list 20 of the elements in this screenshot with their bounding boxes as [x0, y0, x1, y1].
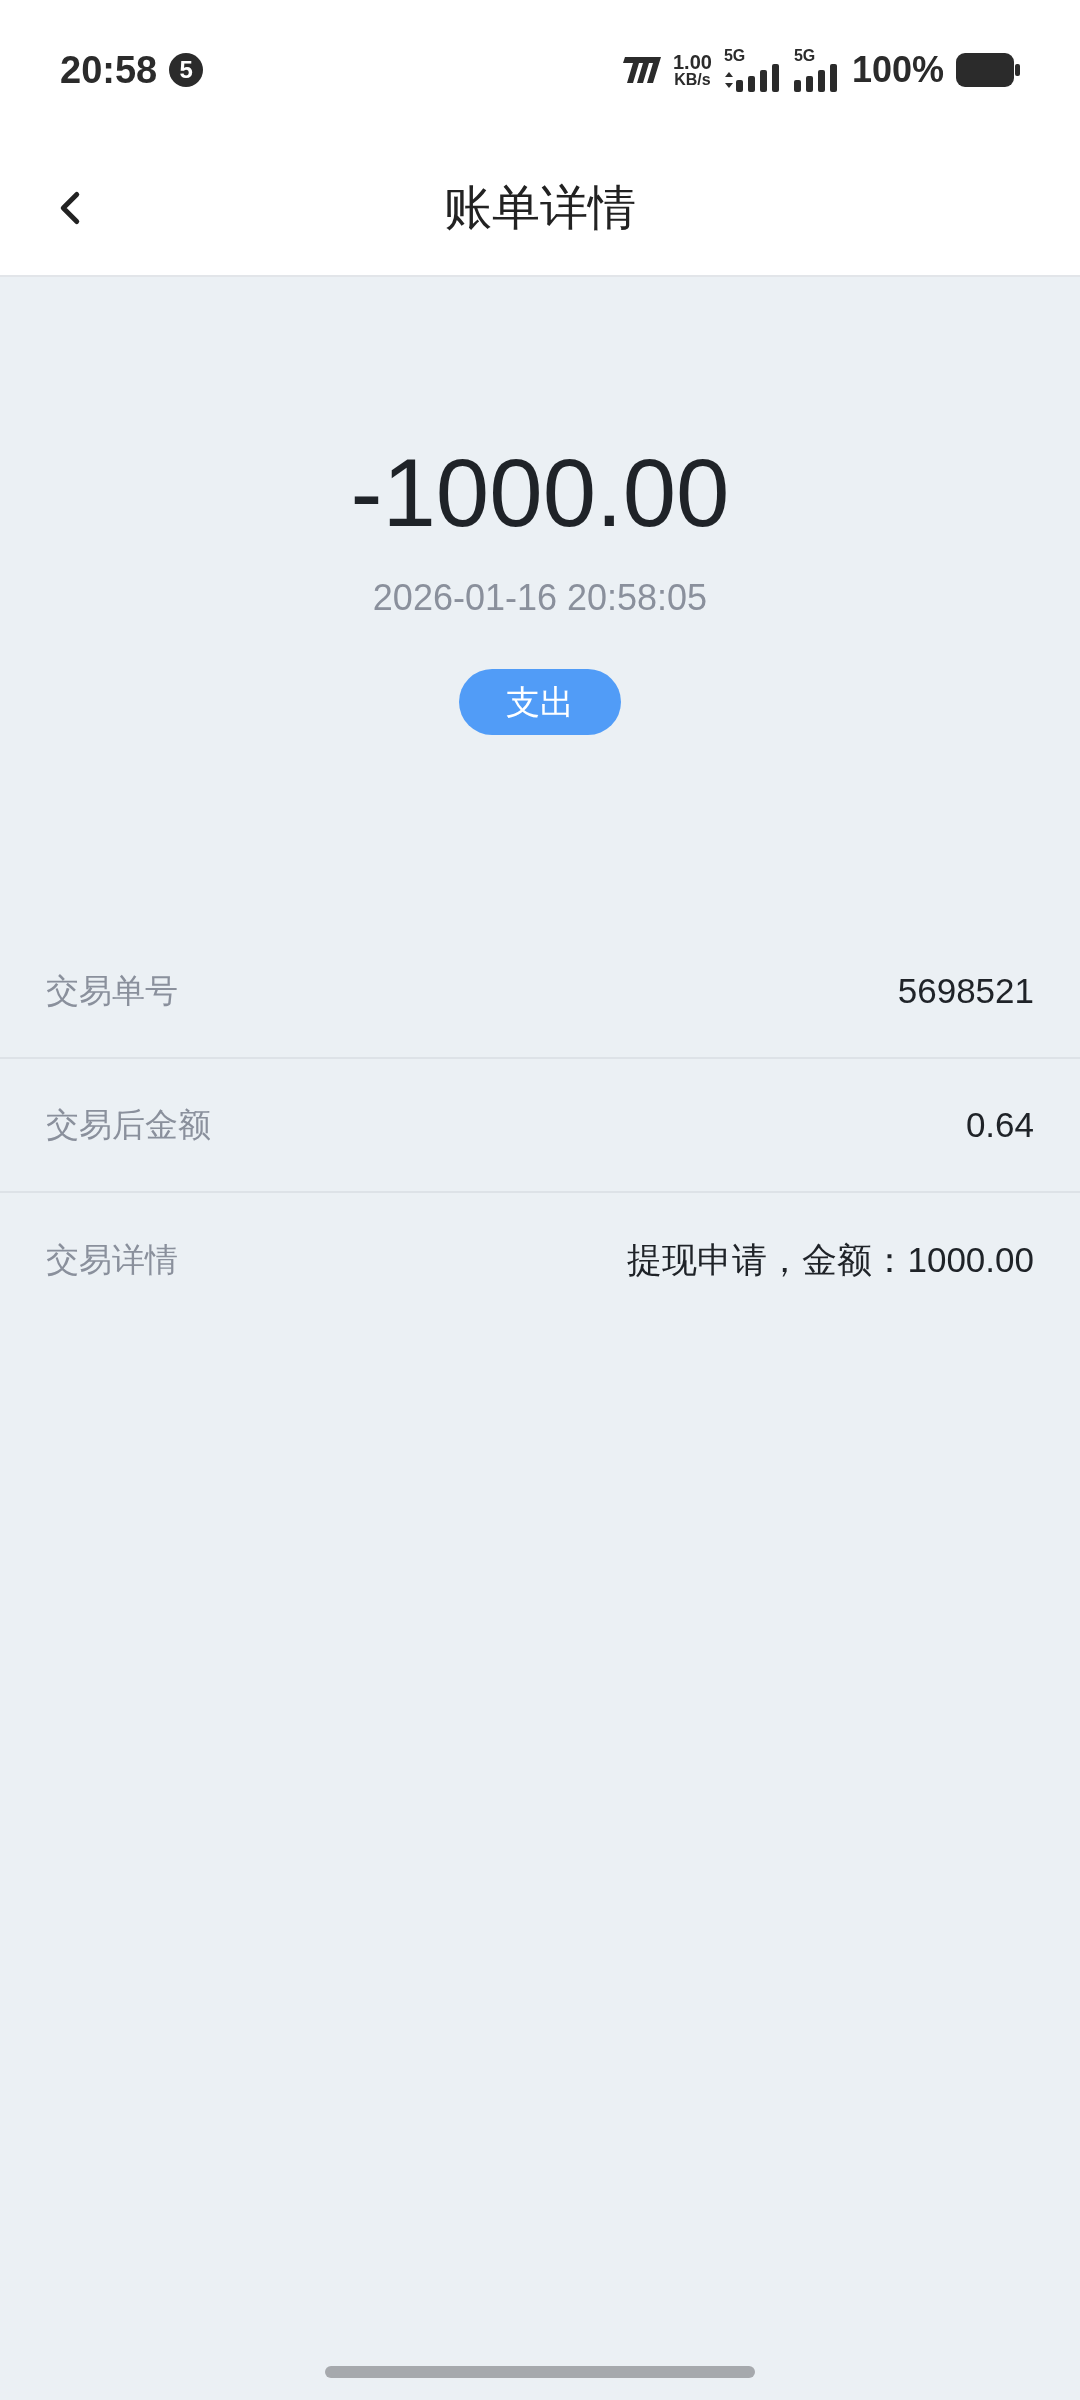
- battery-percent: 100%: [851, 48, 944, 92]
- detail-value: 提现申请，金额：1000.00: [627, 1238, 1034, 1281]
- notification-count: 5: [169, 53, 204, 87]
- page-title: 账单详情: [444, 179, 636, 236]
- detail-value: 5698521: [897, 969, 1034, 1012]
- detail-label: 交易后金额: [46, 1105, 211, 1146]
- network-type: 5G: [723, 48, 746, 64]
- type-badge: 支出: [459, 669, 621, 735]
- clock-time: 20:58: [60, 47, 158, 93]
- network-type: 5G: [793, 48, 816, 64]
- detail-label: 交易详情: [46, 1240, 178, 1281]
- signal-icon: [793, 64, 840, 92]
- signal-icon: [723, 64, 782, 92]
- network-speed: 1.00: [673, 52, 712, 72]
- transaction-time: 2026-01-16 20:58:05: [372, 576, 708, 620]
- detail-value: 0.64: [965, 1103, 1034, 1146]
- amount: -1000.00: [350, 445, 730, 541]
- detail-label: 交易单号: [46, 971, 178, 1012]
- network-speed-unit: KB/s: [674, 72, 711, 88]
- battery-icon: [956, 53, 1020, 87]
